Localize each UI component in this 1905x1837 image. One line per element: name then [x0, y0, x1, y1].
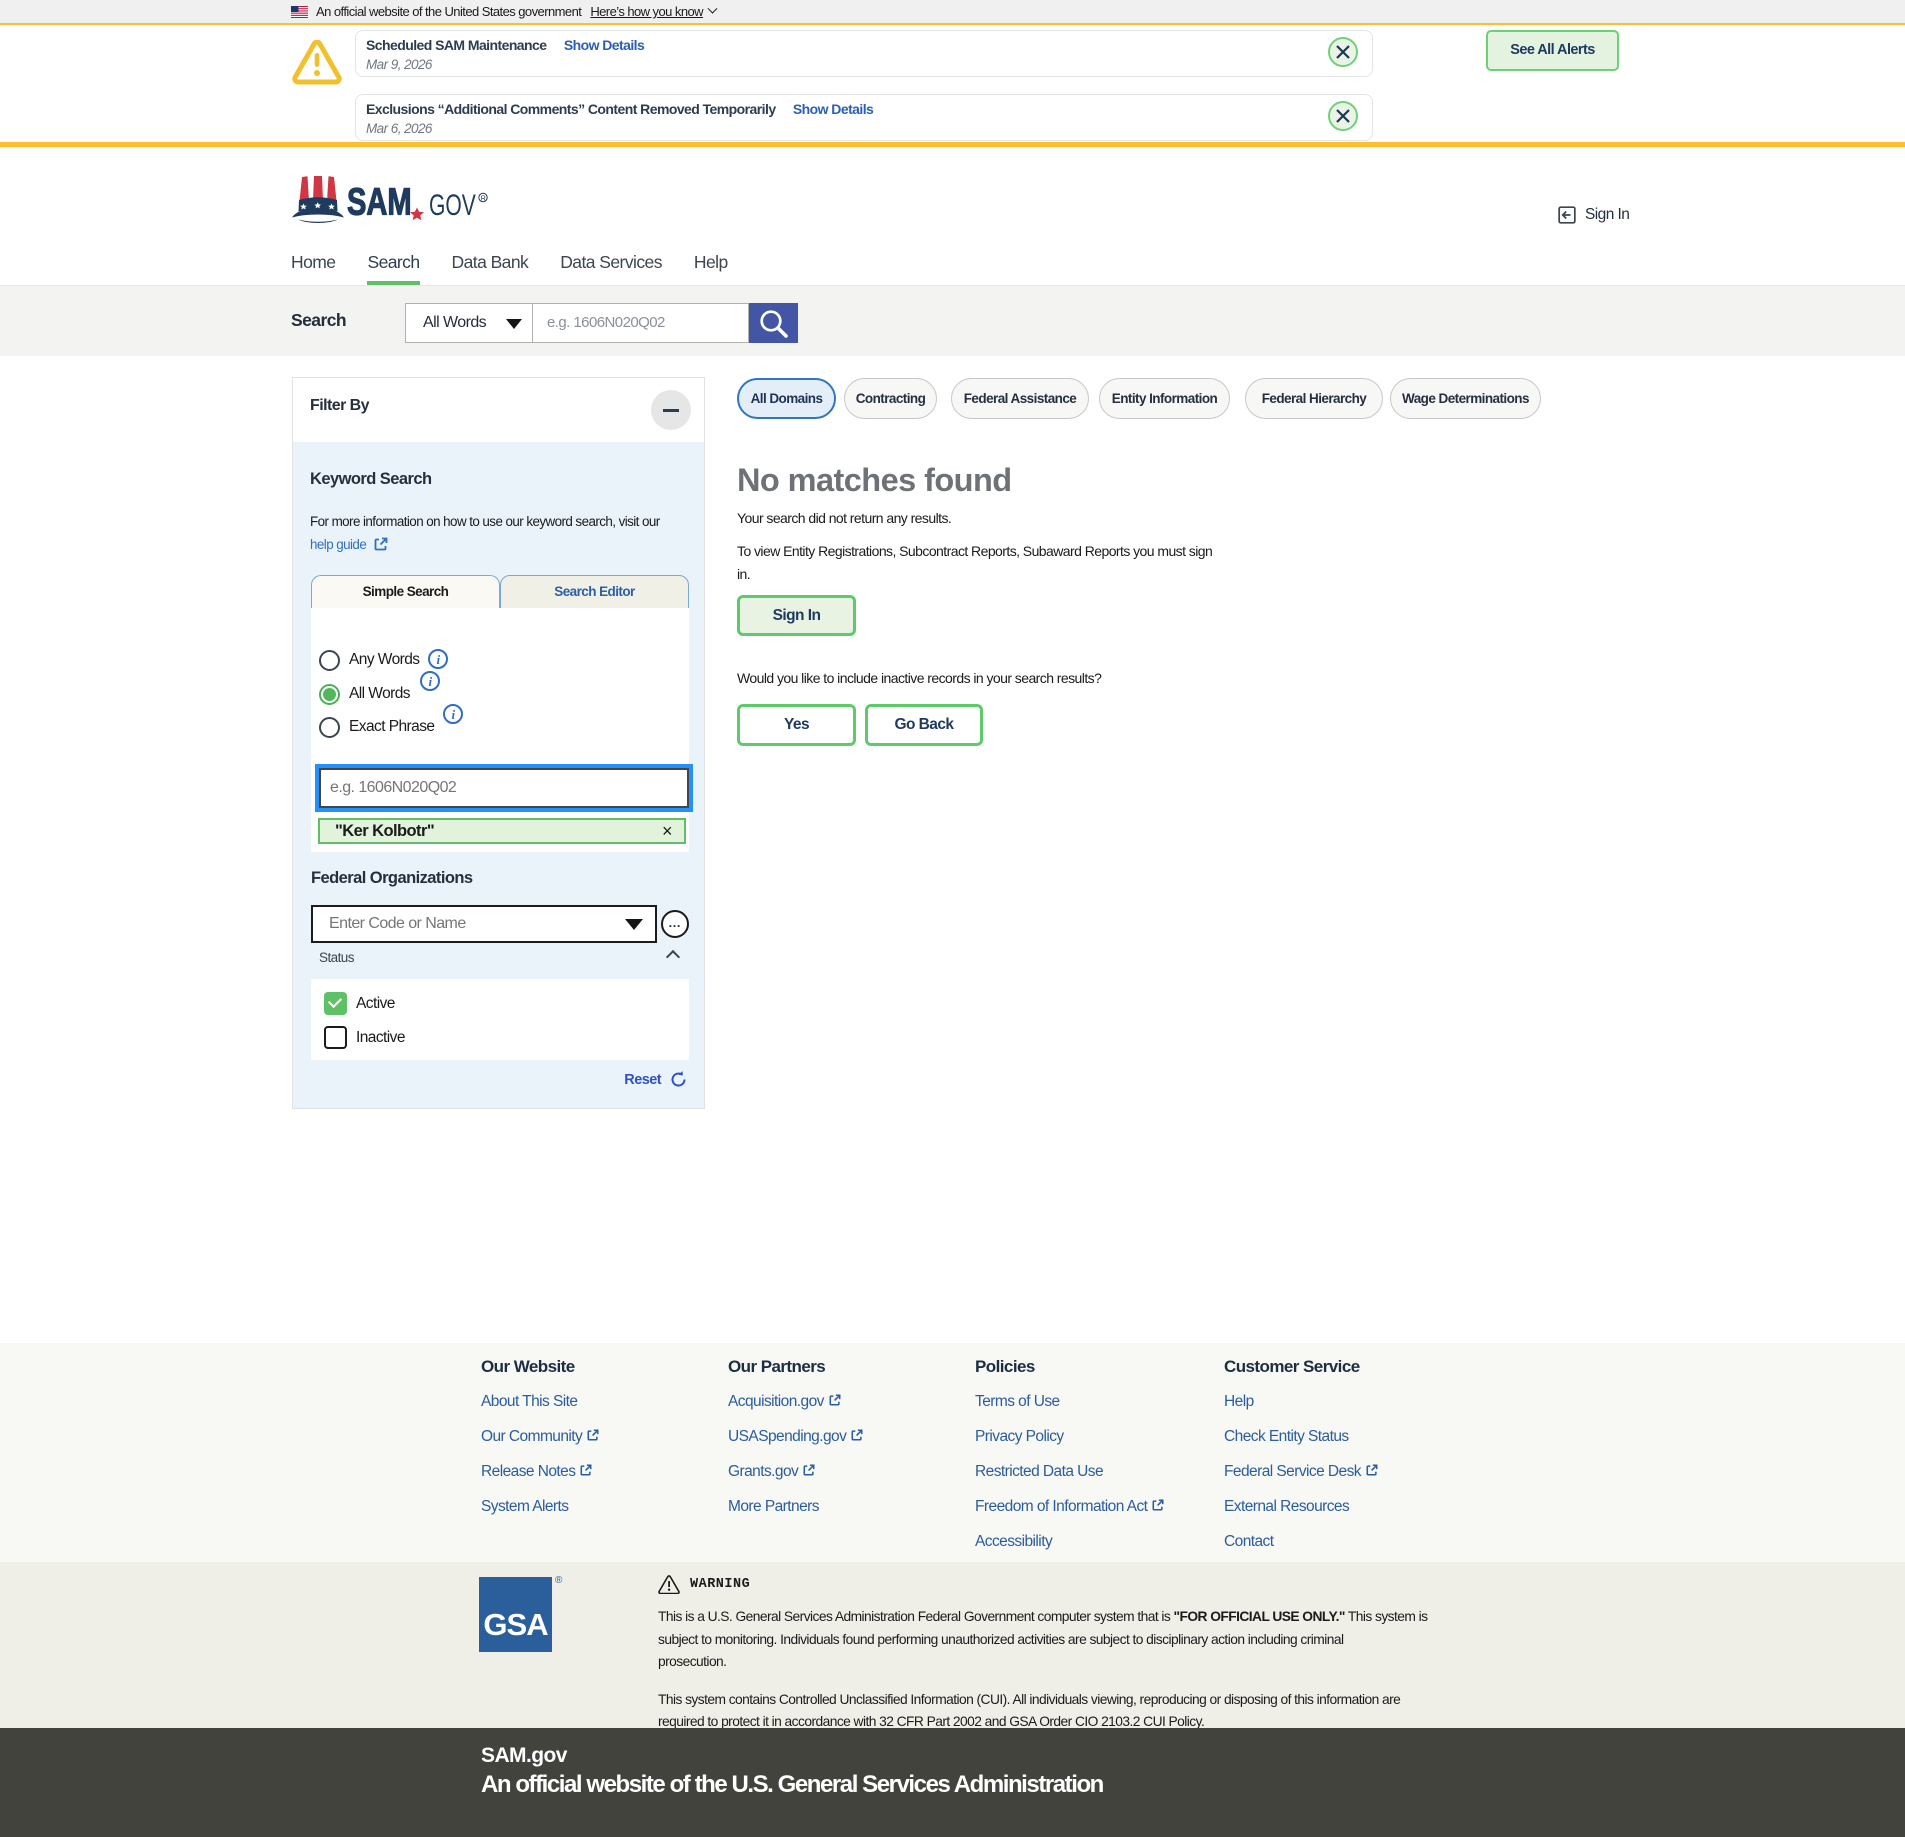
svg-text:R: R	[481, 195, 486, 202]
svg-text:SAM: SAM	[347, 181, 412, 224]
svg-text:GOV: GOV	[429, 190, 476, 222]
